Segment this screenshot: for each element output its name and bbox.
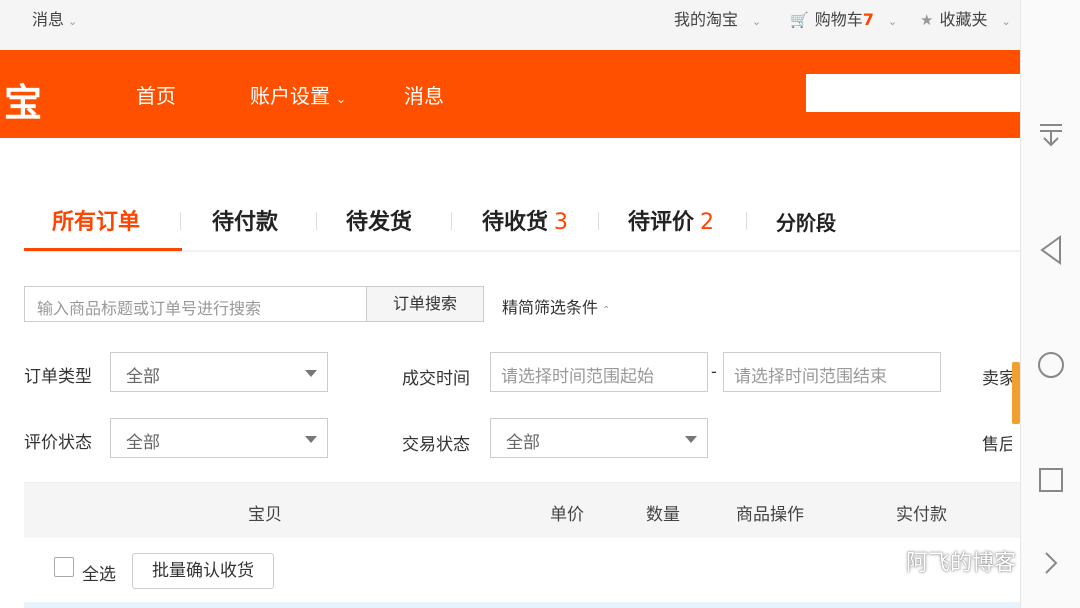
select-value: 全部 <box>506 433 540 453</box>
trade-status-label: 交易状态 <box>402 435 470 455</box>
tab-pending-shipment[interactable]: 待发货 <box>346 204 412 236</box>
tab-pending-payment[interactable]: 待付款 <box>212 204 278 236</box>
tab-count: 3 <box>554 210 569 235</box>
chevron-up-icon: ⌃ <box>602 305 611 316</box>
tab-divider <box>598 212 599 230</box>
tab-label: 待付款 <box>212 210 279 235</box>
nav-messages[interactable]: 消息 <box>404 80 444 109</box>
trade-status-select[interactable]: 全部 <box>490 418 708 458</box>
system-nav-bar <box>1020 0 1080 608</box>
nav-account-settings-label: 账户设置 <box>250 84 330 108</box>
order-page: 消息 ⌄ 我的淘宝 ⌄ 🛒 购物车7 ⌄ ★ 收藏夹 ⌄ 宝 首页 账户设置 ⌄ 消息 所有订… <box>0 0 1080 608</box>
chevron-down-icon: ⌄ <box>887 15 898 28</box>
deal-time-label: 成交时间 <box>402 369 470 389</box>
tab-label: 分阶段 <box>776 211 836 235</box>
chevron-down-icon: ⌄ <box>1001 15 1011 28</box>
cart-label: 购物车 <box>814 10 863 29</box>
messages-menu[interactable]: 消息 ⌄ <box>32 6 77 30</box>
messages-label: 消息 <box>32 10 65 29</box>
wechat-watermark: 阿飞的博客 <box>860 545 1016 577</box>
tab-label: 所有订单 <box>52 210 141 235</box>
tab-label: 待评价 <box>628 210 695 235</box>
select-value: 全部 <box>126 367 160 387</box>
back-icon[interactable] <box>1036 234 1066 266</box>
column-unit-price: 单价 <box>550 505 584 525</box>
tab-pending-receipt[interactable]: 待收货 3 <box>482 204 568 236</box>
tab-label: 待发货 <box>346 210 413 235</box>
notification-pull-down-icon[interactable] <box>1036 120 1066 150</box>
chevron-down-icon: ⌄ <box>68 15 78 28</box>
order-search-input[interactable]: 输入商品标题或订单号进行搜索 <box>24 286 366 322</box>
tab-label: 待收货 <box>482 210 549 235</box>
order-status-tabs: 所有订单 待付款 待发货 待收货 3 待评价 2 分阶段 <box>24 190 1020 252</box>
tab-divider <box>451 212 452 230</box>
my-taobao-label: 我的淘宝 <box>674 10 739 29</box>
start-date-input[interactable]: 请选择时间范围起始 <box>490 352 708 392</box>
tab-pending-review[interactable]: 待评价 2 <box>628 204 714 236</box>
tab-all-orders[interactable]: 所有订单 <box>52 204 140 236</box>
nav-home[interactable]: 首页 <box>136 80 176 109</box>
active-tab-indicator <box>24 248 182 251</box>
order-type-select[interactable]: 全部 <box>110 352 328 392</box>
scroll-indicator[interactable] <box>1012 362 1020 424</box>
column-item-actions: 商品操作 <box>736 505 804 525</box>
filter-toggle-label: 精简筛选条件 <box>502 298 599 317</box>
watermark-text: 阿飞的博客 <box>906 551 1017 576</box>
end-date-input[interactable]: 请选择时间范围结束 <box>723 352 941 392</box>
header-search-input[interactable] <box>806 74 1020 112</box>
after-sale-label: 售后 <box>982 435 1012 455</box>
select-all-checkbox[interactable] <box>54 557 74 577</box>
tab-count: 2 <box>700 210 715 235</box>
cart-count-badge: 7 <box>862 10 874 29</box>
dropdown-arrow-icon <box>305 436 317 443</box>
simplify-filter-toggle[interactable]: 精简筛选条件 ⌃ <box>502 294 610 318</box>
column-quantity: 数量 <box>646 505 680 525</box>
order-type-label: 订单类型 <box>24 367 92 387</box>
seller-label: 卖家 <box>982 369 1012 389</box>
star-icon: ★ <box>920 11 934 29</box>
bulk-confirm-receipt-button[interactable]: 批量确认收货 <box>132 553 274 589</box>
site-header: 宝 首页 账户设置 ⌄ 消息 <box>0 50 1020 138</box>
tab-installment[interactable]: 分阶段 <box>776 207 836 236</box>
chevron-down-icon: ⌄ <box>336 92 347 106</box>
column-paid-amount: 实付款 <box>896 505 947 525</box>
review-status-label: 评价状态 <box>24 433 92 453</box>
date-range-separator: - <box>711 362 717 381</box>
review-status-select[interactable]: 全部 <box>110 418 328 458</box>
select-value: 全部 <box>126 433 160 453</box>
column-item: 宝贝 <box>248 505 282 525</box>
wechat-icon <box>860 546 900 575</box>
recent-apps-icon[interactable] <box>1036 465 1066 495</box>
tab-divider <box>316 212 317 230</box>
chevron-right-icon[interactable] <box>1036 548 1066 578</box>
nav-account-settings[interactable]: 账户设置 ⌄ <box>250 80 346 109</box>
tab-divider <box>746 212 747 230</box>
cart-menu[interactable]: 🛒 购物车7 ⌄ <box>790 6 897 30</box>
order-search-button[interactable]: 订单搜索 <box>366 286 484 322</box>
tab-divider <box>180 212 181 230</box>
select-all-label: 全选 <box>82 565 116 585</box>
chevron-down-icon: ⌄ <box>752 15 762 28</box>
order-table-header: 宝贝 单价 数量 商品操作 实付款 <box>24 482 1020 538</box>
home-icon[interactable] <box>1036 350 1066 380</box>
favorites-menu[interactable]: ★ 收藏夹 ⌄ <box>920 6 1011 30</box>
favorites-label: 收藏夹 <box>939 10 988 29</box>
cart-icon: 🛒 <box>790 11 809 29</box>
top-bar: 消息 ⌄ 我的淘宝 ⌄ 🛒 购物车7 ⌄ ★ 收藏夹 ⌄ <box>0 0 1020 50</box>
dropdown-arrow-icon <box>305 370 317 377</box>
taobao-logo[interactable]: 宝 <box>4 72 43 127</box>
order-row-strip <box>24 602 1020 608</box>
my-taobao-menu[interactable]: 我的淘宝 ⌄ <box>674 6 761 30</box>
dropdown-arrow-icon <box>685 436 697 443</box>
